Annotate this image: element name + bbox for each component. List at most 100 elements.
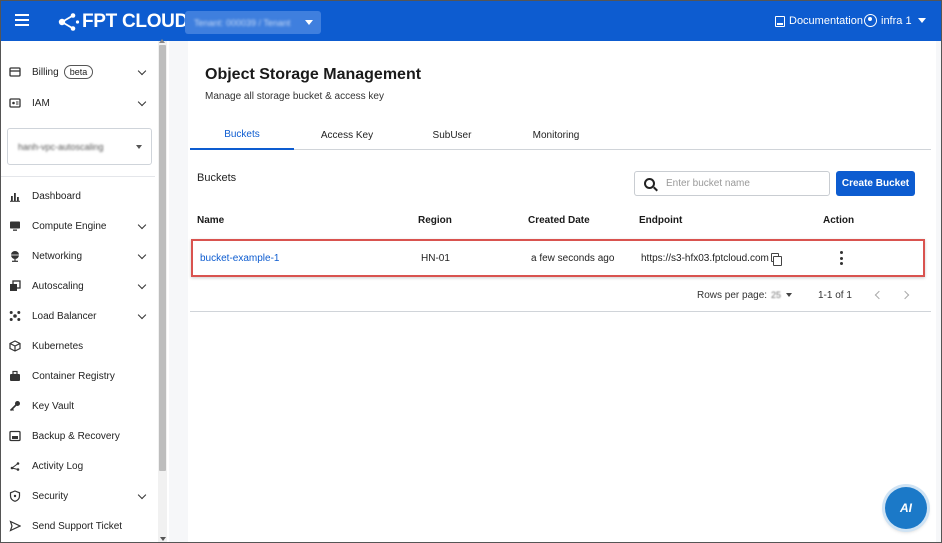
brand-name: FPT CLOUD (82, 11, 189, 32)
sidebar-item-label: IAM (32, 97, 50, 109)
backup-icon (9, 430, 21, 442)
more-actions-icon[interactable] (837, 251, 845, 265)
search-input[interactable] (666, 178, 816, 189)
sidebar-item-key-vault[interactable]: Key Vault (9, 395, 153, 417)
sidebar: Billing beta IAM hanh-vpc-autoscaling Da… (1, 41, 169, 542)
scroll-down-icon[interactable] (160, 537, 166, 541)
rows-per-page-select[interactable]: 25 (771, 289, 795, 301)
beta-badge: beta (63, 65, 94, 79)
monitor-icon (9, 220, 21, 232)
main-content: Object Storage Management Manage all sto… (169, 41, 941, 542)
shield-icon (9, 490, 21, 502)
dashboard-icon (9, 190, 21, 202)
tab-monitoring[interactable]: Monitoring (504, 121, 608, 150)
tab-subuser[interactable]: SubUser (400, 121, 504, 150)
sidebar-scrollbar[interactable] (158, 39, 167, 542)
chevron-down-icon (137, 220, 147, 230)
create-bucket-button[interactable]: Create Bucket (836, 171, 915, 196)
tenant-label: Tenant: 000039 / Tenant (194, 17, 291, 28)
rows-per-page-value: 25 (771, 290, 782, 300)
column-header-action: Action (823, 215, 855, 226)
column-header-name: Name (197, 215, 225, 226)
section-title: Buckets (197, 172, 237, 184)
scrollbar-thumb[interactable] (159, 45, 166, 471)
sidebar-item-security[interactable]: Security (9, 485, 153, 507)
sidebar-item-compute-engine[interactable]: Compute Engine (9, 215, 153, 237)
bucket-search[interactable] (634, 171, 830, 196)
load-balancer-icon (9, 310, 21, 322)
registry-icon (9, 370, 21, 382)
send-icon (9, 520, 21, 532)
documentation-label: Documentation (789, 15, 863, 27)
chevron-down-icon (137, 97, 147, 107)
ai-label: AI (900, 501, 912, 515)
top-bar: FPT CLOUD Tenant: 000039 / Tenant Docume… (1, 1, 941, 41)
sidebar-item-label: Billing (32, 66, 59, 78)
chevron-down-icon (137, 310, 147, 320)
bucket-endpoint: https://s3-hfx03.fptcloud.com (641, 253, 769, 264)
sidebar-item-send-support-ticket[interactable]: Send Support Ticket (9, 515, 153, 537)
app-frame: FPT CLOUD Tenant: 000039 / Tenant Docume… (0, 0, 942, 543)
column-header-created-date: Created Date (528, 215, 590, 226)
tab-bar: Buckets Access Key SubUser Monitoring (190, 121, 931, 150)
chevron-down-icon (137, 490, 147, 500)
table-bottom-divider (190, 311, 931, 312)
sidebar-item-container-registry[interactable]: Container Registry (9, 365, 153, 387)
sidebar-item-label: Activity Log (32, 460, 84, 472)
chevron-right-icon[interactable] (900, 290, 910, 300)
sidebar-item-label: Container Registry (32, 370, 115, 382)
sidebar-item-label: Send Support Ticket (32, 520, 123, 532)
tab-buckets[interactable]: Buckets (190, 121, 294, 150)
sidebar-item-label: Networking (32, 250, 83, 262)
bucket-created-date: a few seconds ago (531, 253, 615, 264)
sidebar-item-dashboard[interactable]: Dashboard (9, 185, 153, 207)
sidebar-item-kubernetes[interactable]: Kubernetes (9, 335, 153, 357)
iam-icon (9, 97, 21, 109)
vpc-select-value: hanh-vpc-autoscaling (18, 141, 104, 152)
chevron-down-icon (137, 250, 147, 260)
chevron-down-icon (137, 66, 147, 76)
caret-down-icon (917, 18, 926, 23)
billing-icon (9, 66, 21, 78)
sidebar-item-load-balancer[interactable]: Load Balancer (9, 305, 153, 327)
column-header-endpoint: Endpoint (639, 215, 683, 226)
menu-icon[interactable] (15, 14, 29, 26)
chevron-left-icon[interactable] (874, 290, 884, 300)
activity-icon (9, 460, 21, 472)
sidebar-item-autoscaling[interactable]: Autoscaling (9, 275, 153, 297)
sidebar-item-activity-log[interactable]: Activity Log (9, 455, 153, 477)
documentation-link[interactable]: Documentation (775, 15, 863, 27)
page-subtitle: Manage all storage bucket & access key (205, 91, 384, 102)
sidebar-item-backup-recovery[interactable]: Backup & Recovery (9, 425, 153, 447)
vpc-select[interactable]: hanh-vpc-autoscaling (7, 128, 152, 165)
sidebar-item-label: Key Vault (32, 400, 75, 412)
sidebar-item-label: Compute Engine (32, 220, 107, 232)
copy-icon[interactable] (771, 253, 782, 266)
cube-icon (9, 340, 21, 352)
caret-down-icon (305, 20, 313, 25)
sidebar-divider (1, 176, 155, 177)
content-card: Object Storage Management Manage all sto… (188, 41, 936, 542)
scroll-up-icon[interactable] (159, 39, 165, 43)
ai-assistant-button[interactable]: AI (885, 487, 927, 529)
tenant-selector[interactable]: Tenant: 000039 / Tenant (185, 11, 321, 34)
sidebar-item-billing[interactable]: Billing beta (9, 61, 153, 83)
user-icon (864, 14, 877, 27)
autoscaling-icon (9, 280, 21, 292)
brand-logo[interactable]: FPT CLOUD (56, 11, 188, 33)
caret-down-icon (786, 293, 793, 297)
sidebar-item-label: Kubernetes (32, 340, 84, 352)
bucket-name-link[interactable]: bucket-example-1 (200, 253, 279, 264)
globe-icon (9, 250, 21, 262)
sidebar-item-iam[interactable]: IAM (9, 92, 153, 114)
user-menu[interactable]: infra 1 (864, 14, 926, 27)
key-icon (9, 400, 21, 412)
sidebar-item-label: Load Balancer (32, 310, 97, 322)
column-header-region: Region (418, 215, 452, 226)
chevron-down-icon (137, 280, 147, 290)
tab-access-key[interactable]: Access Key (294, 121, 400, 150)
rows-per-page-label: Rows per page: (697, 290, 768, 301)
bucket-region: HN-01 (421, 253, 450, 264)
sidebar-item-label: Security (32, 490, 69, 502)
sidebar-item-networking[interactable]: Networking (9, 245, 153, 267)
